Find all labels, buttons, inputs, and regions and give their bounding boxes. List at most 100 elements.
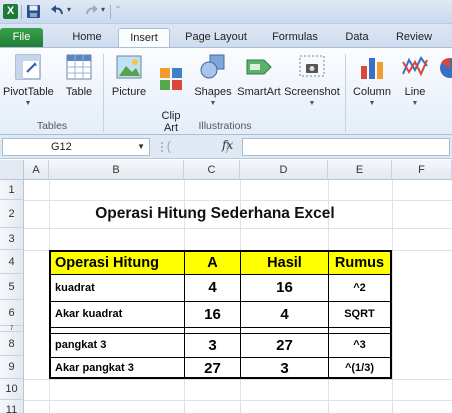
pivottable-label: PivotTable <box>3 86 54 98</box>
smartart-button[interactable]: SmartArt <box>234 52 284 98</box>
screenshot-button[interactable]: Screenshot ▼ <box>282 52 342 110</box>
cell-hasil-value[interactable]: 4 <box>241 302 328 327</box>
clipart-button[interactable]: Clip Art <box>153 52 189 146</box>
row-header[interactable]: 11 <box>0 400 24 413</box>
cell-operation[interactable]: Akar kuadrat <box>55 302 122 327</box>
pivottable-icon <box>15 54 41 80</box>
shapes-button[interactable]: Shapes ▼ <box>190 52 236 110</box>
table-border <box>184 252 185 377</box>
cell-rumus[interactable]: ^2 <box>329 275 390 301</box>
ribbon-insert-panel: PivotTable ▼ Table Picture Clip Art Shap… <box>0 47 452 135</box>
tab-insert[interactable]: Insert <box>118 28 170 48</box>
smartart-icon <box>246 59 272 75</box>
column-chart-button[interactable]: Column ▼ <box>350 52 394 110</box>
header-cell-operasi[interactable]: Operasi Hitung <box>51 252 184 274</box>
line-chart-dropdown-icon: ▼ <box>411 100 419 107</box>
screenshot-icon <box>299 55 325 77</box>
tab-formulas[interactable]: Formulas <box>266 28 324 48</box>
cell-a-value[interactable]: 3 <box>185 334 240 357</box>
line-chart-button[interactable]: Line ▼ <box>396 52 434 110</box>
cell-hasil-value[interactable]: 3 <box>241 358 328 379</box>
pie-chart-icon[interactable] <box>436 54 452 84</box>
cell-rumus[interactable]: SQRT <box>329 302 390 327</box>
save-icon[interactable] <box>26 4 41 19</box>
column-header-a[interactable]: A <box>24 160 49 180</box>
table-border <box>51 327 390 328</box>
ribbon-tabs: File Home Insert Page Layout Formulas Da… <box>0 24 452 48</box>
pivottable-dropdown-icon: ▼ <box>24 100 32 107</box>
row-header[interactable]: 10 <box>0 379 24 400</box>
smartart-label: SmartArt <box>237 86 281 98</box>
row-header[interactable]: 1 <box>0 180 24 200</box>
column-chart-label: Column <box>353 86 391 98</box>
group-label-illustrations: Illustrations <box>198 120 252 132</box>
tab-review[interactable]: Review <box>392 28 436 48</box>
name-box[interactable]: G12 ▼ <box>2 138 150 156</box>
redo-icon[interactable] <box>84 4 99 19</box>
cell-rumus[interactable]: ^(1/3) <box>329 358 390 379</box>
redo-dropdown-icon[interactable]: ▾ <box>101 5 105 14</box>
cell-rumus[interactable]: ^3 <box>329 334 390 357</box>
row-header[interactable]: 5 <box>0 274 24 300</box>
cell-a-value[interactable]: 4 <box>185 275 240 301</box>
column-chart-icon <box>361 58 383 79</box>
cell-hasil-value[interactable]: 27 <box>241 334 328 357</box>
line-chart-label: Line <box>404 86 426 98</box>
column-header-e[interactable]: E <box>328 160 392 180</box>
row-header[interactable]: 9 <box>0 356 24 379</box>
cell-a-value[interactable]: 27 <box>185 358 240 379</box>
row-header[interactable]: 2 <box>0 200 24 228</box>
header-cell-hasil[interactable]: Hasil <box>241 252 328 274</box>
table-button[interactable]: Table <box>60 52 98 98</box>
name-box-dropdown-icon[interactable]: ▼ <box>137 139 145 155</box>
shapes-dropdown-icon: ▼ <box>209 100 217 107</box>
group-separator <box>103 54 104 132</box>
cell-a-value[interactable]: 16 <box>185 302 240 327</box>
screenshot-label: Screenshot <box>284 86 340 98</box>
cell-operation[interactable]: kuadrat <box>55 275 95 301</box>
table-border <box>240 252 241 377</box>
quick-access-toolbar: X ▾ ▾ ⁼ <box>0 0 452 24</box>
row-header[interactable]: 3 <box>0 228 24 250</box>
row-header[interactable]: 6 <box>0 300 24 326</box>
sheet-title[interactable]: Operasi Hitung Sederhana Excel <box>24 205 406 223</box>
row-header[interactable]: 4 <box>0 250 24 274</box>
picture-label: Picture <box>111 86 147 98</box>
table-border <box>51 333 390 334</box>
pivottable-button[interactable]: PivotTable ▼ <box>3 52 54 110</box>
tab-page-layout[interactable]: Page Layout <box>180 28 252 48</box>
column-header-f[interactable]: F <box>392 160 452 180</box>
cell-operation[interactable]: Akar pangkat 3 <box>55 358 134 379</box>
header-cell-rumus[interactable]: Rumus <box>329 252 390 274</box>
formula-input[interactable] <box>242 138 450 156</box>
tab-file[interactable]: File <box>0 28 43 48</box>
column-header-c[interactable]: C <box>184 160 240 180</box>
column-header-d[interactable]: D <box>240 160 328 180</box>
gridline <box>24 400 452 401</box>
excel-logo-icon: X <box>3 4 18 19</box>
group-separator <box>345 54 346 132</box>
tab-data[interactable]: Data <box>340 28 374 48</box>
cell-hasil-value[interactable]: 16 <box>241 275 328 301</box>
clipart-icon <box>160 68 182 90</box>
table-label: Table <box>65 86 93 98</box>
column-header-b[interactable]: B <box>49 160 184 180</box>
tab-home[interactable]: Home <box>66 28 108 48</box>
formula-bar: G12 ▼ fx <box>0 135 452 159</box>
table-icon <box>66 54 92 80</box>
column-chart-dropdown-icon: ▼ <box>368 100 376 107</box>
screenshot-dropdown-icon: ▼ <box>308 100 316 107</box>
table-border <box>51 274 390 275</box>
shapes-label: Shapes <box>194 86 232 98</box>
line-chart-icon <box>402 56 428 77</box>
select-all-corner[interactable] <box>0 160 24 180</box>
row-header[interactable]: 8 <box>0 332 24 356</box>
insert-function-icon[interactable]: fx <box>222 138 233 152</box>
undo-dropdown-icon[interactable]: ▾ <box>67 5 71 14</box>
cell-operation[interactable]: pangkat 3 <box>55 334 106 357</box>
customize-toolbar-icon[interactable]: ⁼ <box>116 4 120 13</box>
picture-button[interactable]: Picture <box>108 52 150 98</box>
header-cell-a[interactable]: A <box>185 252 240 274</box>
undo-icon[interactable] <box>50 4 65 19</box>
worksheet-grid[interactable]: A B C D E F 1 2 3 4 5 6 7 8 9 10 11 Oper… <box>0 160 452 413</box>
